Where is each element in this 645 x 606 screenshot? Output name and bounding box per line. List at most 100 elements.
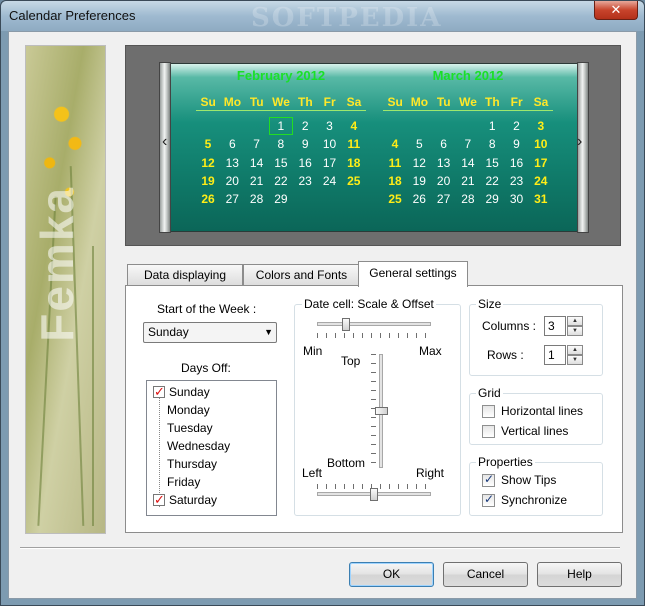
date-cell[interactable]: 6 <box>432 135 456 153</box>
days-off-item[interactable]: Friday <box>167 473 200 491</box>
columns-input[interactable]: 3 <box>544 316 566 336</box>
spin-down-icon[interactable]: ▼ <box>567 326 583 336</box>
date-cell[interactable]: 19 <box>196 172 220 190</box>
date-cell[interactable]: 18 <box>342 154 366 172</box>
date-cell[interactable]: 15 <box>480 154 504 172</box>
ok-button[interactable]: OK <box>349 562 434 587</box>
spin-down-icon[interactable]: ▼ <box>567 355 583 365</box>
date-cell[interactable]: 1 <box>480 117 504 135</box>
date-cell[interactable]: 15 <box>269 154 293 172</box>
date-cell[interactable]: 7 <box>245 135 269 153</box>
date-cell[interactable]: 7 <box>456 135 480 153</box>
vertical-lines-checkbox[interactable] <box>482 425 495 438</box>
date-cell[interactable]: 21 <box>456 172 480 190</box>
date-cell[interactable]: 12 <box>196 154 220 172</box>
title-bar[interactable]: Calendar Preferences SOFTPEDIA ✕ <box>1 1 644 33</box>
date-cell[interactable]: 12 <box>407 154 431 172</box>
next-month-arrow-icon[interactable]: › <box>577 134 587 150</box>
days-off-item[interactable]: Sunday <box>153 383 210 401</box>
days-off-item[interactable]: Monday <box>167 401 210 419</box>
date-cell[interactable]: 2 <box>505 117 529 135</box>
date-cell[interactable]: 24 <box>318 172 342 190</box>
date-cell[interactable]: 9 <box>293 135 317 153</box>
date-cell[interactable]: 25 <box>342 172 366 190</box>
date-cell[interactable]: 2 <box>293 117 317 135</box>
help-button[interactable]: Help <box>537 562 622 587</box>
date-cell[interactable]: 10 <box>529 135 553 153</box>
show-tips-checkbox[interactable] <box>482 472 495 487</box>
spin-up-icon[interactable]: ▲ <box>567 345 583 355</box>
date-cell[interactable]: 5 <box>196 135 220 153</box>
date-cell[interactable]: 14 <box>456 154 480 172</box>
date-cell[interactable]: 11 <box>383 154 407 172</box>
date-cell[interactable]: 23 <box>293 172 317 190</box>
date-cell[interactable]: 28 <box>245 190 269 208</box>
date-cell[interactable]: 25 <box>383 190 407 208</box>
spin-up-icon[interactable]: ▲ <box>567 316 583 326</box>
rows-input[interactable]: 1 <box>544 345 566 365</box>
cancel-button[interactable]: Cancel <box>443 562 528 587</box>
today-date-cell[interactable]: 1 <box>268 117 293 135</box>
date-cell[interactable]: 21 <box>245 172 269 190</box>
date-cell[interactable]: 4 <box>342 117 366 135</box>
date-cell[interactable]: 31 <box>529 190 553 208</box>
date-cell[interactable]: 6 <box>220 135 244 153</box>
date-cell[interactable]: 17 <box>318 154 342 172</box>
offset-right-label: Right <box>416 466 445 480</box>
days-off-item[interactable]: Tuesday <box>167 419 213 437</box>
separator <box>20 547 620 549</box>
date-cell[interactable]: 20 <box>432 172 456 190</box>
date-cell[interactable]: 28 <box>456 190 480 208</box>
date-cell[interactable]: 20 <box>220 172 244 190</box>
date-cell[interactable]: 8 <box>269 135 293 153</box>
date-cell[interactable]: 18 <box>383 172 407 190</box>
horizontal-lines-checkbox[interactable] <box>482 405 495 418</box>
tab-colors-and-fonts[interactable]: Colors and Fonts <box>243 264 360 286</box>
date-cell[interactable]: 30 <box>505 190 529 208</box>
columns-spinner[interactable]: ▲ ▼ <box>567 316 583 336</box>
horizontal-offset-slider-thumb[interactable] <box>370 488 378 501</box>
days-off-item[interactable]: Saturday <box>153 491 217 509</box>
start-week-select[interactable]: Sunday ▼ <box>143 322 277 343</box>
synchronize-checkbox[interactable] <box>482 492 495 507</box>
date-cell[interactable]: 27 <box>432 190 456 208</box>
date-cell[interactable]: 27 <box>220 190 244 208</box>
date-cell[interactable]: 26 <box>196 190 220 208</box>
date-cell[interactable]: 16 <box>505 154 529 172</box>
vertical-offset-slider-thumb[interactable] <box>375 407 388 415</box>
rows-spinner[interactable]: ▲ ▼ <box>567 345 583 365</box>
date-cell[interactable]: 19 <box>407 172 431 190</box>
date-cell[interactable]: 4 <box>383 135 407 153</box>
days-off-list[interactable]: Sunday Monday Tuesday Wednesday Thursday Frid… <box>146 380 277 516</box>
date-cell[interactable]: 5 <box>407 135 431 153</box>
weekday-label: Sa <box>533 95 549 109</box>
scale-slider-thumb[interactable] <box>342 318 350 331</box>
date-cell[interactable]: 23 <box>505 172 529 190</box>
date-cell[interactable]: 3 <box>318 117 342 135</box>
checkmark-icon[interactable] <box>153 491 165 509</box>
date-cell[interactable]: 9 <box>505 135 529 153</box>
date-cell[interactable]: 8 <box>480 135 504 153</box>
date-cell[interactable]: 16 <box>293 154 317 172</box>
date-cell[interactable]: 13 <box>220 154 244 172</box>
days-off-item[interactable]: Wednesday <box>167 437 230 455</box>
tab-data-displaying[interactable]: Data displaying <box>127 264 243 286</box>
previous-month-arrow-icon[interactable]: ‹ <box>162 134 172 150</box>
date-cell[interactable]: 11 <box>342 135 366 153</box>
checkmark-icon[interactable] <box>153 383 165 401</box>
date-cell[interactable]: 14 <box>245 154 269 172</box>
date-cell[interactable]: 24 <box>529 172 553 190</box>
date-cell[interactable]: 10 <box>318 135 342 153</box>
date-cell[interactable]: 3 <box>529 117 553 135</box>
date-cell[interactable]: 13 <box>432 154 456 172</box>
days-off-item[interactable]: Thursday <box>167 455 217 473</box>
close-button[interactable]: ✕ <box>594 1 638 20</box>
date-cell[interactable]: 29 <box>269 190 293 208</box>
date-cell[interactable]: 26 <box>407 190 431 208</box>
date-cell[interactable]: 22 <box>480 172 504 190</box>
date-cell[interactable]: 17 <box>529 154 553 172</box>
date-cell[interactable]: 22 <box>269 172 293 190</box>
date-cell[interactable]: 29 <box>480 190 504 208</box>
tab-general-settings[interactable]: General settings <box>358 261 468 287</box>
decorative-flower-image: Femka <box>25 45 106 534</box>
